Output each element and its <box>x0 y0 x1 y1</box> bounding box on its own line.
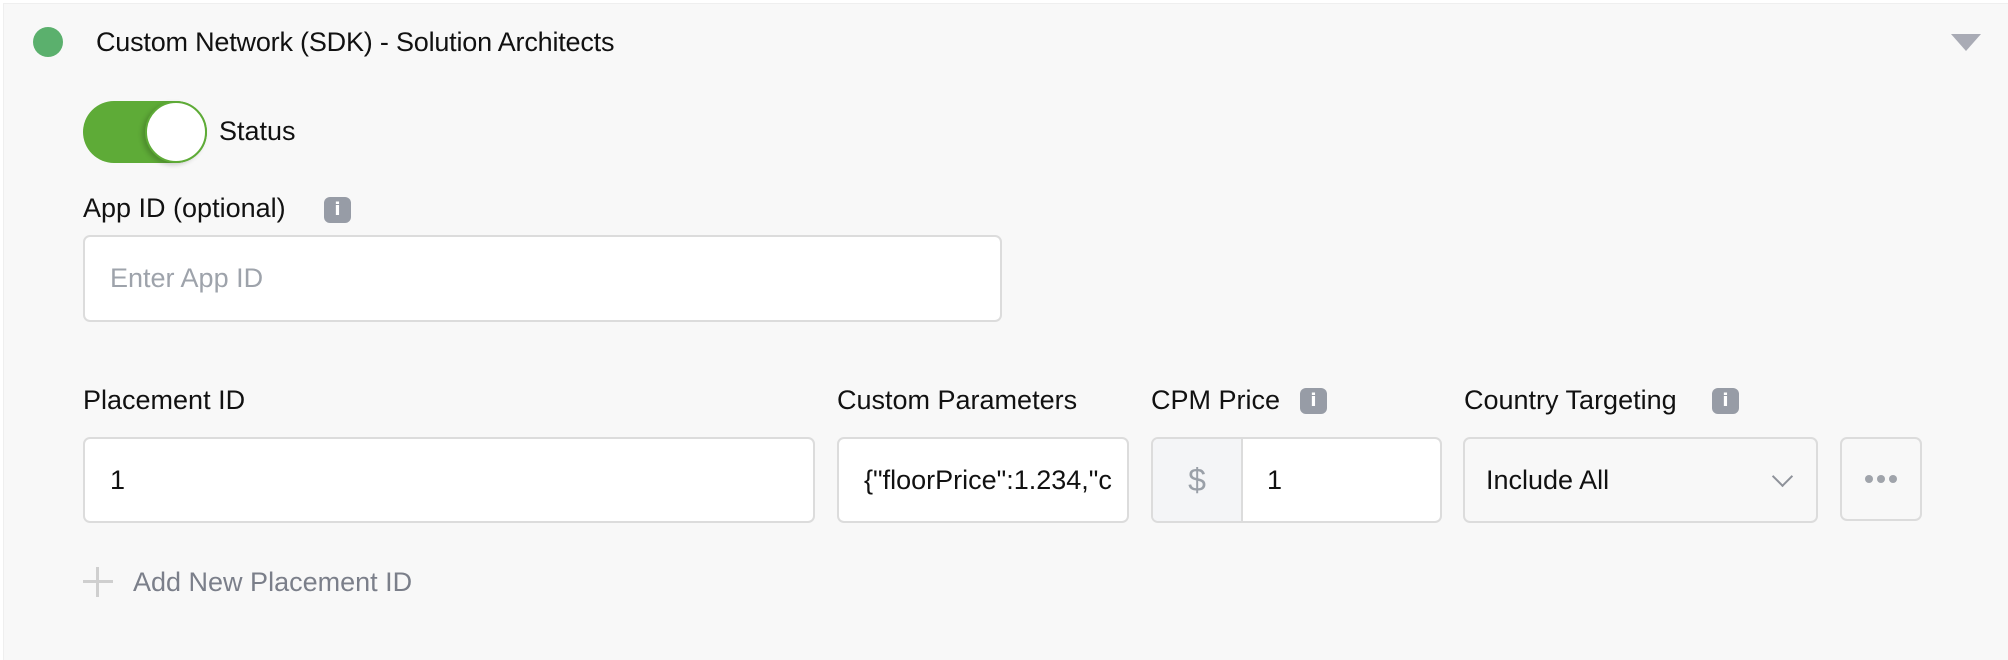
add-placement-id-label: Add New Placement ID <box>133 566 413 597</box>
collapse-toggle-button[interactable] <box>1946 28 1986 56</box>
app-id-info-icon[interactable]: i <box>324 197 351 223</box>
add-placement-id-button[interactable]: Add New Placement ID <box>83 565 412 599</box>
more-options-button[interactable] <box>1840 437 1922 521</box>
cpm-price-input-group: $ 1 <box>1151 437 1442 523</box>
cpm-price-header: CPM Price <box>1151 385 1281 415</box>
chevron-down-icon <box>1771 465 1794 488</box>
custom-parameters-header: Custom Parameters <box>837 385 1078 415</box>
placement-id-input[interactable]: 1 <box>83 437 815 523</box>
status-toggle[interactable] <box>83 101 207 163</box>
app-id-input[interactable]: Enter App ID <box>83 235 1002 322</box>
cpm-price-info-icon[interactable]: i <box>1300 388 1327 414</box>
cpm-price-input[interactable]: 1 <box>1243 439 1440 521</box>
country-targeting-select[interactable]: Include All <box>1463 437 1818 523</box>
country-targeting-header: Country Targeting <box>1464 385 1677 415</box>
ellipsis-icon <box>1865 475 1873 483</box>
placement-id-header: Placement ID <box>83 385 246 415</box>
country-targeting-info-icon[interactable]: i <box>1712 388 1739 414</box>
ellipsis-icon <box>1889 475 1897 483</box>
currency-addon: $ <box>1153 439 1243 521</box>
toggle-knob <box>145 101 207 163</box>
ellipsis-icon <box>1877 475 1885 483</box>
network-title: Custom Network (SDK) - Solution Architec… <box>96 27 615 57</box>
status-indicator-dot <box>33 27 63 57</box>
triangle-down-icon <box>1951 33 1981 51</box>
plus-icon <box>83 567 113 597</box>
custom-parameters-input[interactable]: {"floorPrice":1.234,"c <box>837 437 1129 523</box>
status-label: Status <box>219 116 296 146</box>
custom-network-panel <box>3 3 2008 660</box>
app-id-label: App ID (optional) <box>83 193 286 223</box>
country-targeting-value: Include All <box>1486 464 1610 495</box>
